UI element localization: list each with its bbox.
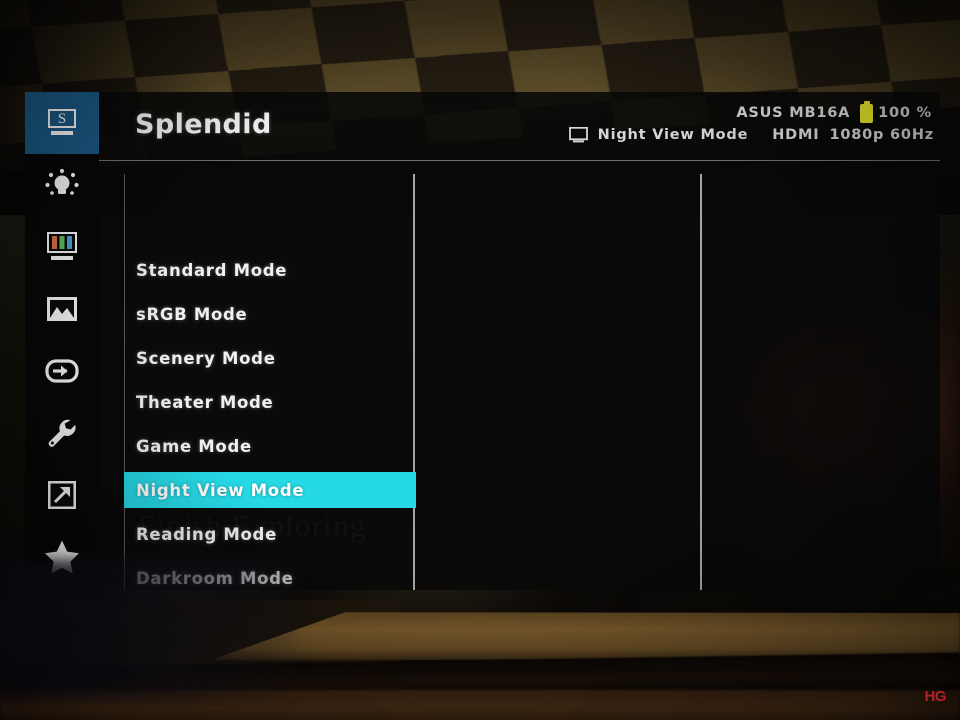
resolution-refresh-label: 1080p 60Hz	[829, 127, 934, 143]
menu-item-label: Standard Mode	[136, 260, 288, 280]
display-monitor-icon	[568, 127, 588, 143]
menu-item-scenery-mode[interactable]: Scenery Mode	[124, 340, 416, 376]
menu-item-srgb-mode[interactable]: sRGB Mode	[124, 296, 416, 332]
color-bars-monitor-icon	[44, 231, 80, 263]
menu-item-reading-mode[interactable]: Reading Mode	[124, 516, 416, 552]
battery-percent-label: 100 %	[878, 105, 932, 121]
menu-item-label: Night View Mode	[136, 480, 305, 500]
menu-item-label: Scenery Mode	[136, 348, 276, 368]
menu-item-label: Reading Mode	[136, 524, 277, 544]
site-watermark: HG	[924, 688, 947, 705]
current-mode-label: Night View Mode	[597, 127, 749, 143]
page-title: Splendid	[135, 109, 272, 140]
sidebar-item-color[interactable]	[25, 216, 99, 278]
sidebar-item-image[interactable]	[25, 278, 99, 340]
splendid-monitor-s-icon: S	[45, 108, 79, 138]
monitor-photo: Finish Exploring S	[0, 0, 960, 720]
wrench-icon	[46, 417, 78, 449]
battery-status: 100 %	[860, 100, 932, 124]
picture-image-icon	[45, 295, 79, 323]
sidebar-item-shortcut[interactable]	[25, 464, 99, 526]
svg-text:S: S	[58, 111, 66, 127]
menu-item-label: sRGB Mode	[136, 304, 248, 324]
input-select-icon	[44, 358, 80, 384]
brightness-bulb-icon	[44, 168, 80, 202]
menu-item-label: Theater Mode	[136, 392, 274, 412]
sidebar-item-blue-light-filter[interactable]	[25, 154, 99, 216]
status-info: ASUS MB16A 100 % Night View Mode HDMI 10…	[568, 100, 934, 146]
current-mode-icon-wrap	[568, 127, 588, 143]
shortcut-arrow-icon	[46, 479, 78, 511]
menu-item-label: Game Mode	[136, 436, 252, 456]
osd-sidebar: S	[25, 92, 99, 590]
osd-header: Splendid ASUS MB16A 100 % Night View Mod…	[99, 92, 940, 160]
menu-item-standard-mode[interactable]: Standard Mode	[124, 252, 416, 288]
menu-item-night-view-mode[interactable]: Night View Mode	[124, 472, 416, 508]
osd-menu: S Splendid ASUS MB16A 100 % Night View M…	[25, 92, 940, 590]
sidebar-item-system-setup[interactable]	[25, 402, 99, 464]
device-model-label: ASUS MB16A	[736, 105, 851, 121]
osd-menu-list: Standard Mode sRGB Mode Scenery Mode The…	[99, 160, 940, 590]
input-source-label: HDMI	[772, 127, 820, 143]
battery-icon	[860, 100, 874, 123]
menu-item-theater-mode[interactable]: Theater Mode	[124, 384, 416, 420]
left-shadow-area	[0, 560, 300, 700]
column-separator-2	[700, 174, 702, 590]
sidebar-item-input-select[interactable]	[25, 340, 99, 402]
menu-item-game-mode[interactable]: Game Mode	[124, 428, 416, 464]
sidebar-item-splendid[interactable]: S	[25, 92, 99, 154]
